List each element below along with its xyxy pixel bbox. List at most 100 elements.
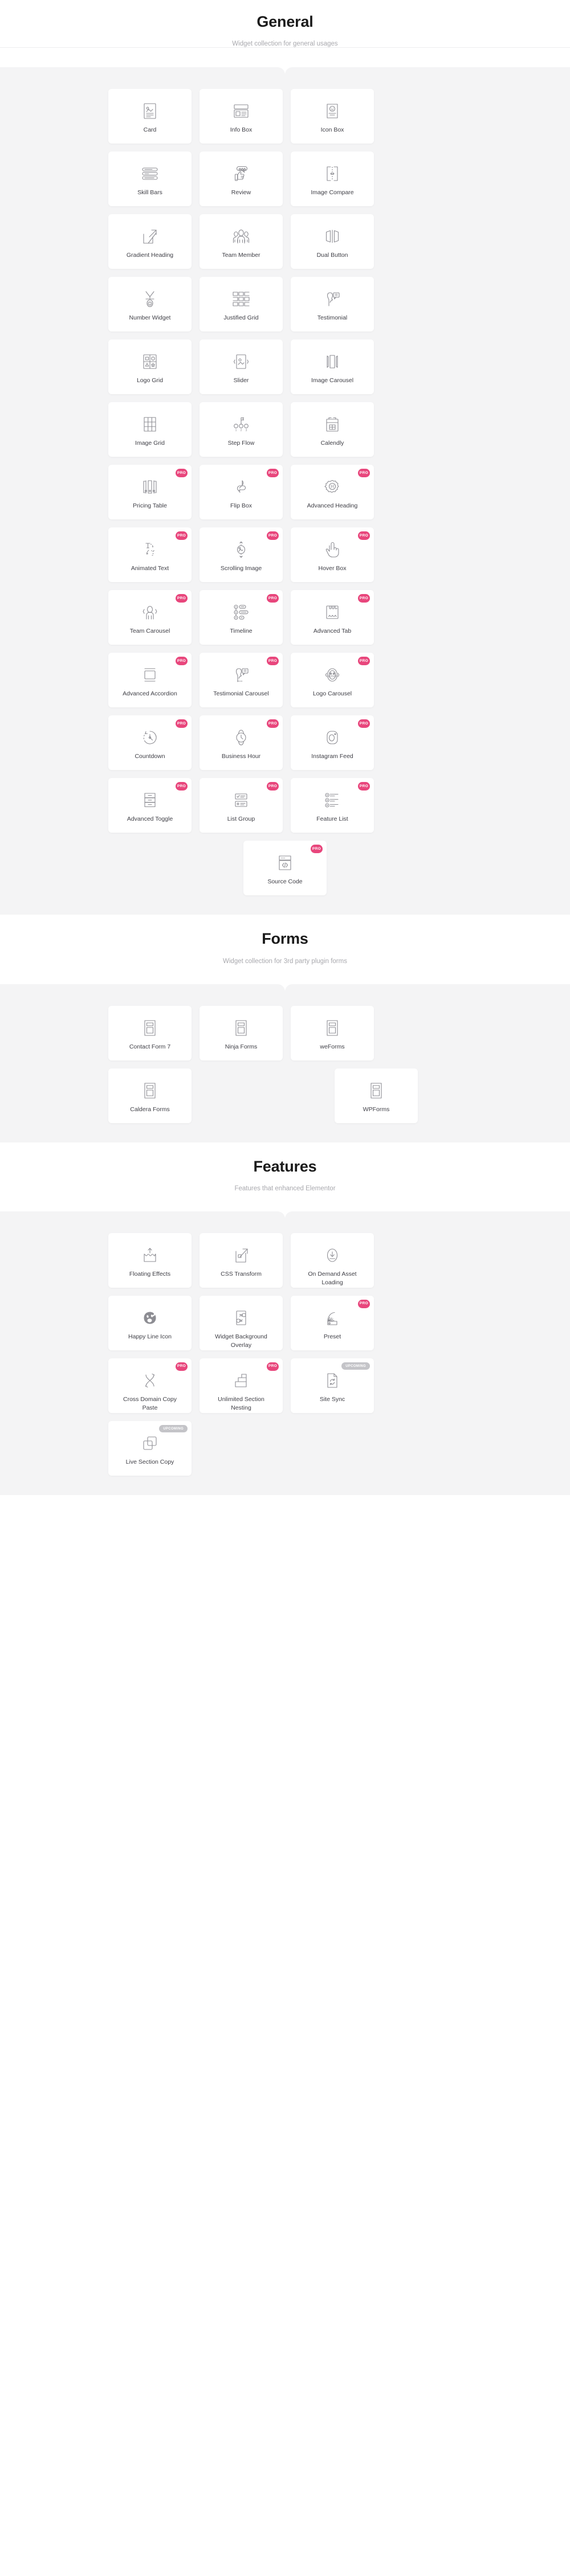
widget-card-label: Advanced Tab <box>313 628 352 635</box>
widget-card[interactable]: UPCOMING Live Section Copy <box>108 1421 192 1476</box>
happy-line-icon <box>141 1308 158 1328</box>
widget-card-label: WPForms <box>363 1105 390 1113</box>
widget-card-label: Testimonial Carousel <box>213 690 269 698</box>
widget-card-label: Dual Button <box>316 252 348 259</box>
widget-card-label: Pricing Table <box>133 502 167 510</box>
pro-badge: PRO <box>176 594 188 603</box>
widget-card[interactable]: Contact Form 7 <box>108 1005 192 1060</box>
widget-card[interactable]: CSS Transform <box>199 1233 283 1288</box>
widget-card-label: Slider <box>233 377 249 384</box>
pro-badge: PRO <box>176 469 188 478</box>
team-member-icon <box>232 227 250 246</box>
pro-badge: PRO <box>176 531 188 540</box>
widget-card-label: Flip Box <box>230 502 252 510</box>
widget-card[interactable]: PRO Timeline <box>199 590 283 645</box>
advanced-accordion-icon <box>142 665 158 685</box>
widget-background-overlay-icon <box>233 1308 249 1328</box>
section-grid-features: Floating Effects CSS Transform On Demand A… <box>0 1211 570 1496</box>
widget-card[interactable]: PRO Advanced Toggle <box>108 778 192 833</box>
widget-card[interactable]: Ninja Forms <box>199 1005 283 1060</box>
number-widget-icon: 1 <box>142 289 157 309</box>
pro-badge: PRO <box>358 657 370 666</box>
widget-card-label: Live Section Copy <box>125 1459 174 1466</box>
pro-badge: PRO <box>311 845 323 854</box>
source-code-icon <box>278 853 292 873</box>
widget-card[interactable]: Gradient Heading <box>108 214 192 269</box>
widget-card-label: Step Flow <box>227 440 255 447</box>
widget-card-label: Unlimited Section Nesting <box>218 1396 264 1412</box>
widget-card[interactable]: Logo Grid <box>108 339 192 395</box>
pro-badge: PRO <box>267 1362 279 1371</box>
widget-card[interactable]: PRO Hover Box <box>291 527 374 583</box>
widget-card[interactable]: Slider <box>199 339 283 395</box>
widget-card[interactable]: PRO Scrolling Image <box>199 527 283 583</box>
widget-card[interactable]: PRO Source Code <box>243 841 327 896</box>
widget-card[interactable]: Team Member <box>199 214 283 269</box>
widget-card[interactable]: 1 Number Widget <box>108 277 192 332</box>
widget-card[interactable]: 1 2 3 Step Flow <box>199 402 283 457</box>
review-icon <box>233 164 250 183</box>
widget-card[interactable]: PRO Countdown <box>108 715 192 771</box>
widget-card[interactable]: PRO Team Carousel <box>108 590 192 645</box>
header-divider <box>0 47 570 48</box>
section-header-features: Features Features that enhanced Elementor <box>0 1142 570 1212</box>
widget-card[interactable]: Review <box>199 151 283 207</box>
widget-card[interactable]: PRO Animated Text <box>108 527 192 583</box>
widget-card-label: Countdown <box>135 753 165 760</box>
upcoming-badge: UPCOMING <box>159 1425 188 1433</box>
calendly-icon <box>324 415 340 434</box>
widget-card[interactable]: PRO Unlimited Section Nesting <box>199 1358 283 1414</box>
widget-card[interactable]: Icon Box <box>291 89 374 144</box>
widget-card[interactable]: PRO Preset <box>291 1296 374 1351</box>
card-grid: Contact Form 7 Ninja Forms weForms Caldera … <box>108 1005 462 1123</box>
icon-box-icon <box>325 101 340 121</box>
image-compare-icon <box>325 164 340 183</box>
widget-card[interactable]: Testimonial <box>291 277 374 332</box>
widget-card[interactable]: PRO Instagram Feed <box>291 715 374 771</box>
widget-card-label: Ninja Forms <box>225 1043 258 1050</box>
floating-effects-icon <box>141 1246 158 1265</box>
widget-card[interactable]: Caldera Forms <box>108 1068 192 1123</box>
live-section-copy-icon <box>141 1434 158 1453</box>
widget-card[interactable]: PRO Feature List <box>291 778 374 833</box>
widget-card[interactable]: PRO Cross Domain Copy Paste <box>108 1358 192 1414</box>
widget-card[interactable]: WPForms <box>335 1068 418 1123</box>
widget-card[interactable]: PRO LOGO Logo Carousel <box>291 653 374 708</box>
widget-card[interactable]: Widget Background Overlay <box>199 1296 283 1351</box>
widget-card[interactable]: PRO Pricing Table <box>108 465 192 520</box>
widget-card[interactable]: PRO Flip Box <box>199 465 283 520</box>
widget-card-label: Image Carousel <box>311 377 354 384</box>
widget-card[interactable]: Image Grid <box>108 402 192 457</box>
widget-card[interactable]: Image Carousel <box>291 339 374 395</box>
widget-card[interactable]: PRO Advanced Tab <box>291 590 374 645</box>
card-grid: Card Info Box Icon Box Skill Bars Review Imag… <box>108 89 462 896</box>
widget-card-label: Hover Box <box>318 565 347 572</box>
widget-card[interactable]: PRO H Advanced Heading <box>291 465 374 520</box>
widget-card[interactable]: PRO Testimonial Carousel <box>199 653 283 708</box>
widget-card-label: Advanced Heading <box>307 502 358 510</box>
section-subtitle: Features that enhanced Elementor <box>234 1185 336 1193</box>
widget-card[interactable]: PRO Advanced Accordion <box>108 653 192 708</box>
widget-card[interactable]: weForms <box>291 1005 374 1060</box>
widget-card[interactable]: UPCOMING Site Sync <box>291 1358 374 1414</box>
widget-card[interactable]: Image Compare <box>291 151 374 207</box>
form-icon <box>142 1018 157 1038</box>
section-header-forms: Forms Widget collection for 3rd party plu… <box>0 915 570 984</box>
widget-card[interactable]: Info Box <box>199 89 283 144</box>
widget-card[interactable]: On Demand Asset Loading <box>291 1233 374 1288</box>
widget-card-label: Timeline <box>230 628 253 635</box>
widget-card[interactable]: Happy Line Icon <box>108 1296 192 1351</box>
widget-card[interactable]: PRO List Group <box>199 778 283 833</box>
widget-card-label: Feature List <box>316 816 348 823</box>
widget-card[interactable]: Skill Bars <box>108 151 192 207</box>
widget-card[interactable]: Card <box>108 89 192 144</box>
widget-card[interactable]: Dual Button <box>291 214 374 269</box>
widget-card[interactable]: Floating Effects <box>108 1233 192 1288</box>
pro-badge: PRO <box>176 1362 188 1371</box>
widget-card[interactable]: Calendly <box>291 402 374 457</box>
widget-card[interactable]: Justified Grid <box>199 277 283 332</box>
widget-card[interactable]: PRO Business Hour <box>199 715 283 771</box>
widget-card-label: Site Sync <box>319 1396 345 1403</box>
feature-list-icon <box>324 791 341 810</box>
gradient-heading-icon <box>141 227 158 246</box>
